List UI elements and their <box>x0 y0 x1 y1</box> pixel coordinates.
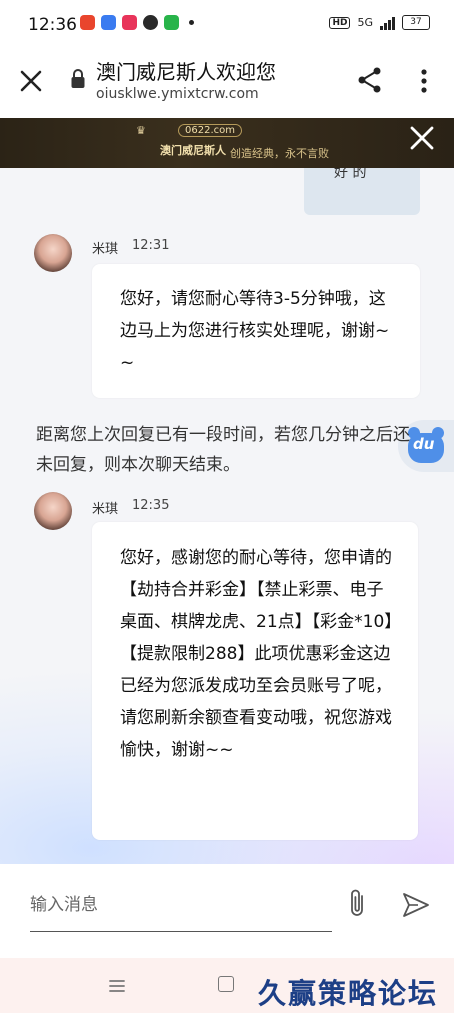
battery-icon: 37 <box>402 15 430 30</box>
previous-user-text: 好 的 <box>334 168 367 181</box>
share-icon[interactable] <box>356 66 384 94</box>
notification-app-icon <box>80 15 95 30</box>
avatar[interactable] <box>34 492 72 530</box>
telegram-icon <box>143 15 158 30</box>
avatar[interactable] <box>34 234 72 272</box>
message-input[interactable]: 输入消息 <box>30 890 98 915</box>
page-title: 澳门威尼斯人欢迎您 <box>96 60 276 84</box>
chat-messages[interactable]: 好 的 米琪 12:31 您好，请您耐心等待3-5分钟哦，这边马上为您进行核实处… <box>0 168 454 864</box>
banner-slogan: 创造经典，永不言败 <box>230 147 329 160</box>
lock-icon <box>71 69 85 88</box>
status-time: 12:36 <box>28 15 77 35</box>
notification-app-icon <box>164 15 179 30</box>
recent-apps-icon[interactable] <box>108 978 126 994</box>
notification-app-icon <box>122 15 137 30</box>
system-notice: 距离您上次回复已有一段时间，若您几分钟之后还未回复，则本次聊天结束。 <box>36 425 410 475</box>
notification-app-icon <box>101 15 116 30</box>
close-icon[interactable] <box>16 66 46 96</box>
watermark: 久赢策略论坛 <box>258 977 439 1010</box>
system-nav-bar: 久赢策略论坛 <box>0 958 454 1013</box>
send-icon[interactable] <box>402 892 430 918</box>
previous-user-bubble: 好 的 <box>304 168 420 215</box>
hd-badge: HD <box>329 16 351 29</box>
network-label: 5G <box>357 16 373 29</box>
paperclip-icon[interactable] <box>346 888 370 920</box>
browser-toolbar: 澳门威尼斯人欢迎您 oiusklwe.ymixtcrw.com <box>0 48 454 118</box>
promo-banner[interactable]: ♛ 0622.com 澳门威尼斯人 创造经典，永不言败 <box>0 118 454 168</box>
home-icon[interactable] <box>218 976 234 992</box>
message-time: 12:35 <box>132 498 170 513</box>
sender-name: 米琪 <box>92 502 119 517</box>
agent-message-bubble: 您好，请您耐心等待3-5分钟哦，这边马上为您进行核实处理呢，谢谢~~ <box>92 264 420 398</box>
notification-icons <box>80 15 194 30</box>
status-bar: 12:36 HD 5G 37 <box>0 0 454 48</box>
message-time: 12:31 <box>132 238 170 253</box>
banner-brand-name: 澳门威尼斯人 <box>160 144 226 157</box>
banner-crest-icon: ♛ <box>136 124 146 137</box>
input-underline <box>30 931 332 932</box>
signal-icon <box>380 16 395 30</box>
sender-name: 米琪 <box>92 242 119 257</box>
agent-message-bubble: 您好，感谢您的耐心等待，您申请的【劫持合并彩金】【禁止彩票、电子桌面、棋牌龙虎、… <box>92 522 418 840</box>
more-vert-icon[interactable] <box>414 66 434 96</box>
banner-site-code: 0622.com <box>178 124 242 137</box>
message-text: 您好，感谢您的耐心等待，您申请的【劫持合并彩金】【禁止彩票、电子桌面、棋牌龙虎、… <box>120 548 393 760</box>
message-text: 您好，请您耐心等待3-5分钟哦，这边马上为您进行核实处理呢，谢谢~~ <box>120 289 390 373</box>
status-indicators: HD 5G 37 <box>329 15 430 30</box>
banner-close-icon[interactable] <box>408 124 436 152</box>
more-notifications-dot <box>189 20 194 25</box>
page-url[interactable]: oiusklwe.ymixtcrw.com <box>96 86 259 102</box>
message-composer: 输入消息 <box>0 864 454 958</box>
